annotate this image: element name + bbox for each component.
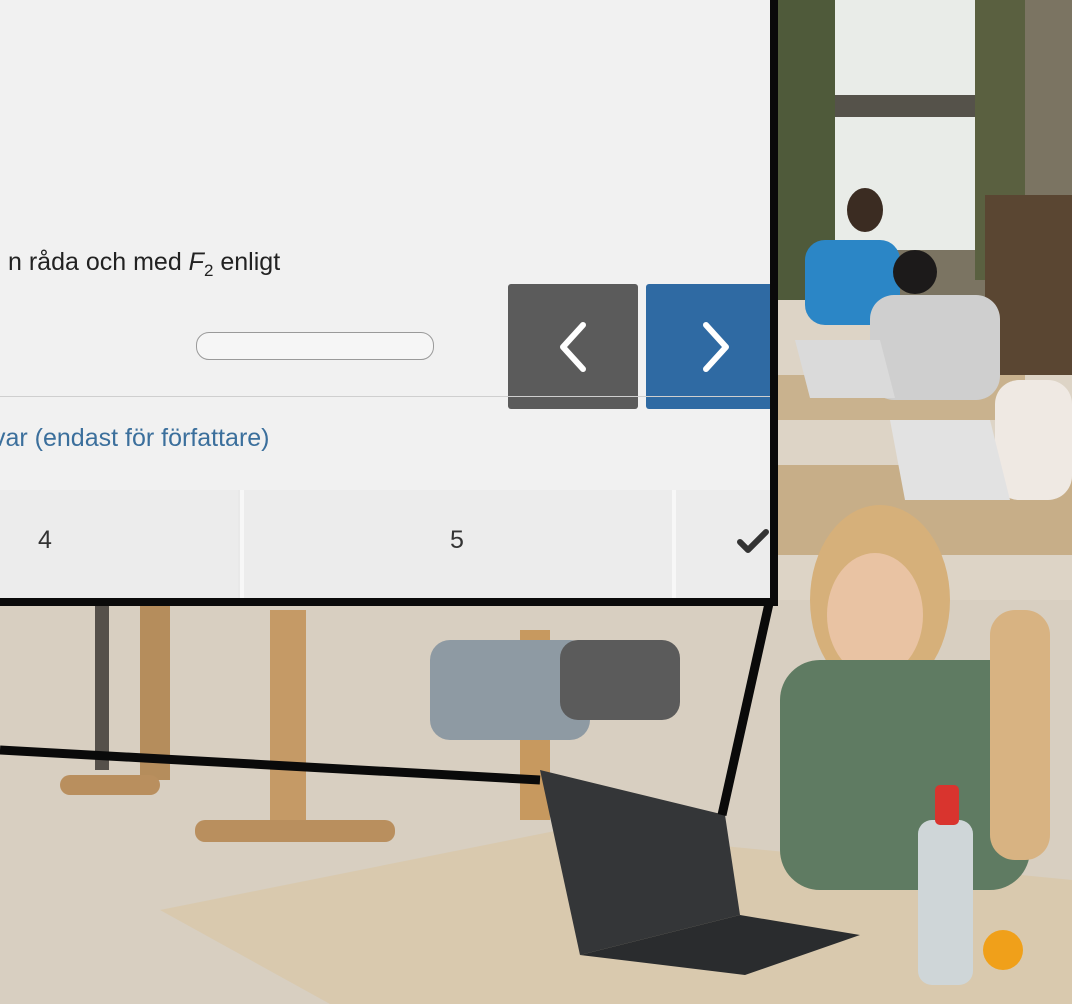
author-answer-link[interactable]: var (endast för författare): [0, 424, 270, 453]
chevron-left-icon: [560, 321, 586, 372]
answer-options: 4 5: [0, 490, 770, 598]
answer-input[interactable]: [196, 332, 434, 360]
question-text-end: enligt: [213, 248, 281, 276]
question-text: n råda och med F2 enligt: [8, 248, 280, 281]
chevron-right-icon: [703, 321, 729, 372]
option-status: [672, 490, 770, 598]
option-4[interactable]: 4: [0, 490, 238, 598]
checkmark-icon: [737, 529, 769, 553]
question-text-start: n råda och med: [8, 248, 189, 276]
option-label: 4: [38, 526, 52, 554]
zoomed-exam-ui: n råda och med F2 enligt var (endast för…: [0, 0, 778, 606]
math-variable: F: [188, 248, 204, 276]
previous-button[interactable]: [508, 284, 638, 409]
option-5[interactable]: 5: [240, 490, 672, 598]
math-subscript: 2: [203, 261, 214, 280]
next-button[interactable]: [646, 284, 770, 409]
divider: [0, 396, 770, 397]
option-label: 5: [450, 526, 464, 554]
